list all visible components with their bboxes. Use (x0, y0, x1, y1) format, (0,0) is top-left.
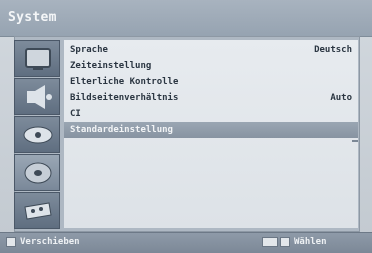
select-button-icon (280, 237, 290, 247)
menu-row-label: Bildseitenverhältnis (70, 93, 179, 103)
sidebar-item-sound[interactable] (14, 78, 60, 115)
sidebar-item-system[interactable] (14, 154, 60, 191)
sidebar-item-picture[interactable] (14, 40, 60, 77)
navigate-button-icon (6, 237, 16, 247)
speaker-icon (27, 85, 52, 109)
menu-row-zeiteinstellung[interactable]: Zeiteinstellung (64, 58, 358, 74)
menu-row-label: Sprache (70, 45, 108, 55)
menu-row-label: CI (70, 109, 81, 119)
menu-row-ci[interactable]: CI (64, 106, 358, 122)
scroll-indicator (352, 140, 358, 142)
sidebar-item-remote[interactable] (14, 192, 60, 229)
footer-hint-bar: Verschieben Wählen (0, 232, 372, 253)
menu-title: System (8, 10, 57, 25)
gear-disc-icon (24, 162, 52, 184)
select-hint: Wählen (294, 237, 327, 247)
navigate-hint: Verschieben (20, 237, 80, 247)
menu-row-value: Deutsch (314, 45, 352, 55)
menu-row-bildseitenverhaeltnis[interactable]: Bildseitenverhältnis Auto (64, 90, 358, 106)
remote-control-icon (24, 202, 52, 220)
menu-row-standardeinstellung[interactable]: Standardeinstellung (64, 122, 358, 138)
menu-row-sprache[interactable]: Sprache Deutsch (64, 42, 358, 58)
menu-row-label: Standardeinstellung (70, 125, 173, 135)
menu-row-elterliche-kontrolle[interactable]: Elterliche Kontrolle (64, 74, 358, 90)
tv-menu-screen: System Sprache Deutsch Zeiteinstellung E… (0, 0, 372, 253)
menu-row-label: Elterliche Kontrolle (70, 77, 179, 87)
menu-list: Sprache Deutsch Zeiteinstellung Elterlic… (64, 40, 358, 228)
title-bar: System (0, 0, 372, 37)
satellite-dish-icon (23, 126, 53, 144)
sidebar (14, 40, 60, 229)
tv-screen-icon (25, 48, 51, 70)
menu-row-value: Auto (330, 93, 352, 103)
sidebar-item-channels[interactable] (14, 116, 60, 153)
menu-row-label: Zeiteinstellung (70, 61, 152, 71)
ok-button-icon (262, 237, 278, 247)
